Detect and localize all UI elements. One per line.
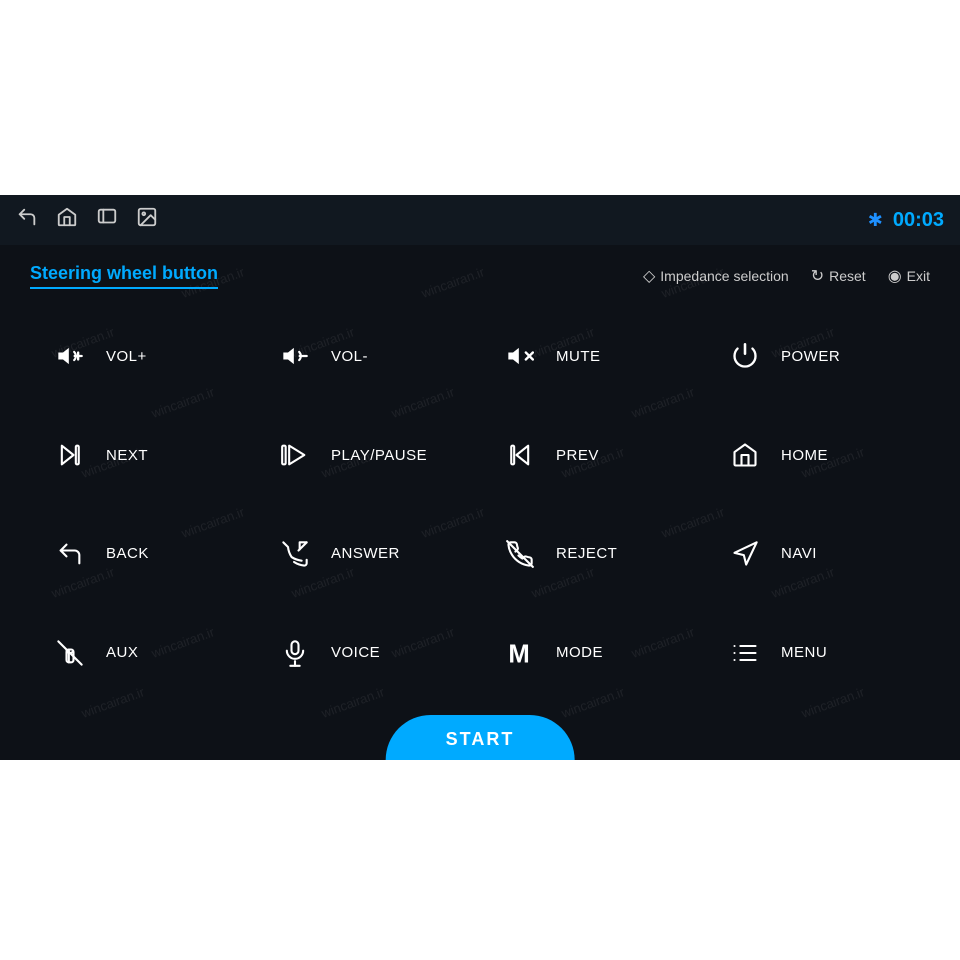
aux-label: AUX: [106, 644, 138, 661]
vol-minus-icon: [277, 342, 313, 370]
exit-btn[interactable]: ◉ Exit: [888, 266, 930, 286]
next-label: NEXT: [106, 447, 148, 464]
vol-minus-btn[interactable]: VOL-: [255, 307, 480, 406]
reset-btn[interactable]: ↻ Reset: [811, 266, 866, 286]
voice-label: VOICE: [331, 644, 380, 661]
voice-icon: [277, 639, 313, 667]
power-label: POWER: [781, 348, 840, 365]
top-white-area: [0, 0, 960, 195]
page-title: Steering wheel button: [30, 263, 218, 289]
next-btn[interactable]: NEXT: [30, 406, 255, 505]
reject-label: REJECT: [556, 545, 617, 562]
navi-icon: [727, 540, 763, 568]
power-icon: [727, 342, 763, 370]
bluetooth-icon: ✱: [868, 210, 883, 231]
play-pause-icon: [277, 441, 313, 469]
back-nav-icon[interactable]: [16, 206, 38, 234]
start-btn-container: START: [386, 715, 575, 760]
home-nav-icon[interactable]: [56, 206, 78, 234]
vol-plus-label: VOL+: [106, 348, 147, 365]
voice-btn[interactable]: VOICE: [255, 603, 480, 702]
mute-label: MUTE: [556, 348, 601, 365]
header-actions: ◇ Impedance selection ↻ Reset ◉ Exit: [643, 266, 930, 286]
windows-nav-icon[interactable]: [96, 206, 118, 234]
exit-label: Exit: [907, 268, 930, 284]
svg-text:M: M: [508, 640, 529, 667]
mode-btn[interactable]: M MODE: [480, 603, 705, 702]
mute-icon: [502, 342, 538, 370]
answer-icon: [277, 540, 313, 568]
aux-icon: [52, 639, 88, 667]
header-row: Steering wheel button ◇ Impedance select…: [30, 263, 930, 289]
shield-icon: ◇: [643, 266, 655, 286]
prev-label: PREV: [556, 447, 599, 464]
menu-btn[interactable]: MENU: [705, 603, 930, 702]
content-area: Steering wheel button ◇ Impedance select…: [0, 245, 960, 712]
mode-label: MODE: [556, 644, 603, 661]
answer-label: ANSWER: [331, 545, 400, 562]
exit-icon: ◉: [888, 266, 902, 286]
vol-minus-label: VOL-: [331, 348, 368, 365]
menu-label: MENU: [781, 644, 827, 661]
vol-plus-btn[interactable]: VOL+: [30, 307, 255, 406]
back-icon: [52, 540, 88, 568]
next-icon: [52, 441, 88, 469]
reset-icon: ↻: [811, 266, 824, 286]
app-container: wincairan.ir wincairan.ir wincairan.ir w…: [0, 195, 960, 760]
reset-label: Reset: [829, 268, 866, 284]
reject-icon: [502, 540, 538, 568]
nav-icons: [16, 206, 158, 234]
navi-label: NAVI: [781, 545, 817, 562]
menu-icon: [727, 639, 763, 667]
play-pause-label: PLAY/PAUSE: [331, 447, 427, 464]
aux-btn[interactable]: AUX: [30, 603, 255, 702]
prev-btn[interactable]: PREV: [480, 406, 705, 505]
play-pause-btn[interactable]: PLAY/PAUSE: [255, 406, 480, 505]
reject-btn[interactable]: REJECT: [480, 505, 705, 604]
answer-btn[interactable]: ANSWER: [255, 505, 480, 604]
buttons-grid: VOL+ VOL-: [30, 307, 930, 702]
impedance-selection-btn[interactable]: ◇ Impedance selection: [643, 266, 789, 286]
back-btn[interactable]: BACK: [30, 505, 255, 604]
clock-display: 00:03: [893, 209, 944, 232]
navi-btn[interactable]: NAVI: [705, 505, 930, 604]
home-label: HOME: [781, 447, 828, 464]
power-btn[interactable]: POWER: [705, 307, 930, 406]
home-icon: [727, 441, 763, 469]
bottom-white-area: [0, 760, 960, 960]
vol-plus-icon: [52, 342, 88, 370]
mode-icon: M: [502, 639, 538, 667]
image-nav-icon[interactable]: [136, 206, 158, 234]
top-bar: ✱ 00:03: [0, 195, 960, 245]
prev-icon: [502, 441, 538, 469]
top-bar-right: ✱ 00:03: [868, 209, 944, 232]
home-btn[interactable]: HOME: [705, 406, 930, 505]
impedance-label: Impedance selection: [660, 268, 788, 284]
back-label: BACK: [106, 545, 149, 562]
start-button[interactable]: START: [386, 715, 575, 760]
mute-btn[interactable]: MUTE: [480, 307, 705, 406]
